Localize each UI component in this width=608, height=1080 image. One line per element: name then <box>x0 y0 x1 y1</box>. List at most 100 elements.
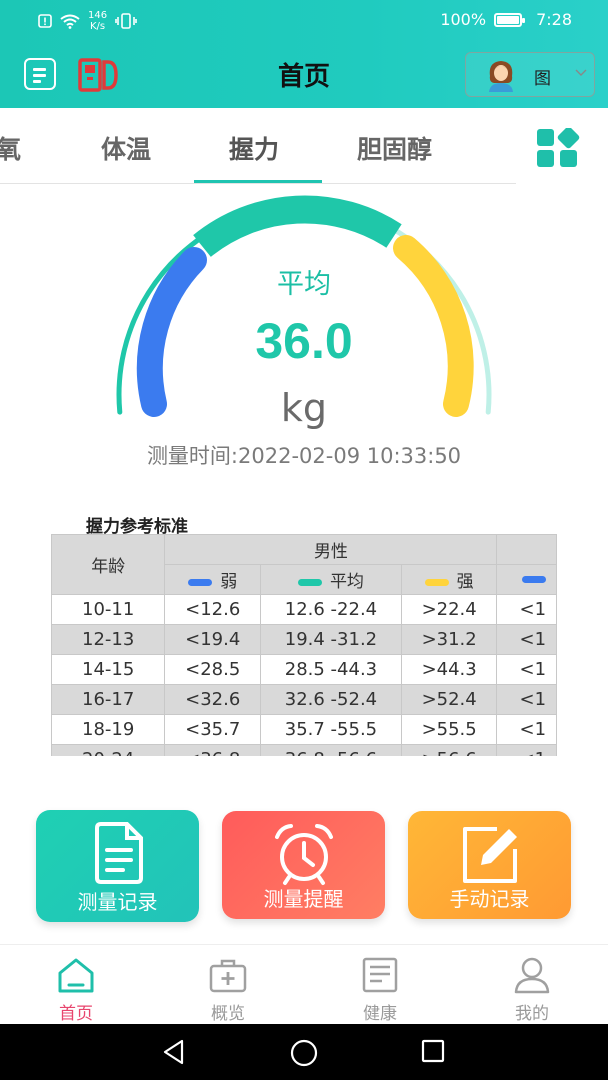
gauge-segment-average <box>193 195 402 258</box>
nav-health-label: 健康 <box>363 1004 397 1024</box>
user-name: 图 <box>534 69 551 89</box>
table-cell-age: 18-19 <box>51 714 166 745</box>
user-selector[interactable]: 图 <box>465 52 595 97</box>
table-cell-weak: <36.8 <box>164 744 262 756</box>
nav-health[interactable]: 健康 <box>320 945 440 1025</box>
level-weak-header-female <box>496 564 557 595</box>
table-cell-next: <1 <box>496 684 557 715</box>
level-strong-label: 强 <box>456 572 474 592</box>
table-cell-strong: >44.3 <box>400 654 498 685</box>
net-speed-unit: K/s <box>89 21 106 32</box>
table-cell-avg: 32.6 -52.4 <box>260 684 402 715</box>
manual-record-button[interactable]: 手动记录 <box>408 811 571 919</box>
table-cell-avg: 12.6 -22.4 <box>260 594 402 625</box>
metric-tabs: 氧 体温 握力 胆固醇 <box>0 108 516 184</box>
nav-overview-label: 概览 <box>211 1004 245 1024</box>
header: 首页 图 <box>0 40 608 108</box>
table-row: 10-11 <12.6 12.6 -22.4 >22.4 <1 <box>51 594 557 625</box>
table-row: 16-17 <32.6 32.6 -52.4 >52.4 <1 <box>51 684 557 715</box>
table-cell-strong: >22.4 <box>400 594 498 625</box>
user-profile-icon <box>514 957 550 994</box>
measure-reminder-label: 测量提醒 <box>263 887 344 911</box>
system-nav-bar <box>0 1024 608 1080</box>
table-cell-weak: <19.4 <box>164 624 262 655</box>
table-cell-avg: 28.5 -44.3 <box>260 654 402 685</box>
age-header: 年龄 <box>51 534 166 595</box>
bottom-nav: 首页 概览 健康 我的 <box>0 944 608 1024</box>
nav-home-label: 首页 <box>59 1004 93 1024</box>
reference-table-scroll[interactable]: 年龄 男性 弱 平均 强 10-11 <12.6 12.6 -22.4 >22.4 <1… <box>51 534 557 756</box>
avatar <box>489 61 513 92</box>
gauge-status-label: 平均 <box>277 269 331 300</box>
female-header <box>496 534 557 565</box>
tab-oxygen[interactable]: 氧 <box>0 130 21 166</box>
back-icon[interactable] <box>160 1038 188 1066</box>
table-cell-age: 20-24 <box>51 744 166 756</box>
vibrate-icon <box>115 13 137 29</box>
table-row: 18-19 <35.7 35.7 -55.5 >55.5 <1 <box>51 714 557 745</box>
table-cell-next: <1 <box>496 594 557 625</box>
manual-record-label: 手动记录 <box>449 887 530 911</box>
table-cell-next: <1 <box>496 654 557 685</box>
home-circle-icon[interactable] <box>289 1038 319 1068</box>
level-average-header: 平均 <box>260 564 402 595</box>
recents-icon[interactable] <box>420 1038 446 1064</box>
nav-mine[interactable]: 我的 <box>472 945 592 1025</box>
measure-time: 测量时间:2022-02-09 10:33:50 <box>146 444 462 468</box>
nav-overview[interactable]: 概览 <box>168 945 288 1025</box>
level-weak-label: 弱 <box>220 572 238 592</box>
tab-active-indicator <box>194 180 322 183</box>
alarm-clock-icon <box>274 824 333 885</box>
legend-weak-swatch <box>188 578 213 586</box>
tab-cholesterol[interactable]: 胆固醇 <box>357 130 432 166</box>
battery-icon <box>494 12 526 27</box>
tab-grip-strength[interactable]: 握力 <box>229 130 279 166</box>
gauge-unit: kg <box>280 386 328 430</box>
wifi-icon <box>60 14 80 29</box>
home-icon <box>58 958 94 993</box>
status-bar: 146 K/s 100% 7:28 <box>0 0 608 40</box>
table-row: 20-24<36.836.8 -56.6>56.6<1 <box>51 744 557 756</box>
gauge-value: 36.0 <box>255 313 353 369</box>
table-cell-weak: <35.7 <box>164 714 262 745</box>
table-cell-age: 12-13 <box>51 624 166 655</box>
medical-kit-icon <box>209 959 247 993</box>
clock: 7:28 <box>536 10 572 29</box>
table-cell-weak: <32.6 <box>164 684 262 715</box>
table-cell-next: <1 <box>496 714 557 745</box>
measure-records-button[interactable]: 测量记录 <box>36 810 199 922</box>
tab-temperature[interactable]: 体温 <box>101 130 151 166</box>
measure-reminder-button[interactable]: 测量提醒 <box>222 811 385 919</box>
chevron-down-icon <box>575 69 587 76</box>
table-cell-next: <1 <box>496 624 557 655</box>
level-weak-header: 弱 <box>164 564 262 595</box>
table-cell-avg: 35.7 -55.5 <box>260 714 402 745</box>
table-cell-strong: >31.2 <box>400 624 498 655</box>
table-cell-weak: <12.6 <box>164 594 262 625</box>
table-cell-strong: >55.5 <box>400 714 498 745</box>
level-average-label: 平均 <box>329 572 364 592</box>
nav-home[interactable]: 首页 <box>16 945 136 1025</box>
measure-records-label: 测量记录 <box>77 890 158 914</box>
table-cell-age: 10-11 <box>51 594 166 625</box>
records-document-icon <box>94 822 143 884</box>
net-speed: 146 K/s <box>88 10 107 32</box>
table-cell-age: 16-17 <box>51 684 166 715</box>
edit-note-icon <box>462 827 517 883</box>
table-cell-strong: >52.4 <box>400 684 498 715</box>
male-header: 男性 <box>164 534 498 565</box>
legend-average-swatch <box>297 578 322 586</box>
table-cell-strong: >56.6 <box>400 744 498 756</box>
health-book-icon <box>362 957 398 993</box>
table-cell-next: <1 <box>496 744 557 756</box>
table-cell-avg: 36.8 -56.6 <box>260 744 402 756</box>
table-cell-age: 14-15 <box>51 654 166 685</box>
grid-menu-icon[interactable] <box>536 128 586 168</box>
table-row: 12-13 <19.4 19.4 -31.2 >31.2 <1 <box>51 624 557 655</box>
battery-percent: 100% <box>440 10 487 29</box>
alert-icon <box>38 14 52 28</box>
nav-mine-label: 我的 <box>515 1004 549 1024</box>
table-cell-weak: <28.5 <box>164 654 262 685</box>
reference-table: 年龄 男性 弱 平均 强 10-11 <12.6 12.6 -22.4 >22.4 <1… <box>51 534 557 756</box>
net-speed-value: 146 <box>88 10 108 21</box>
